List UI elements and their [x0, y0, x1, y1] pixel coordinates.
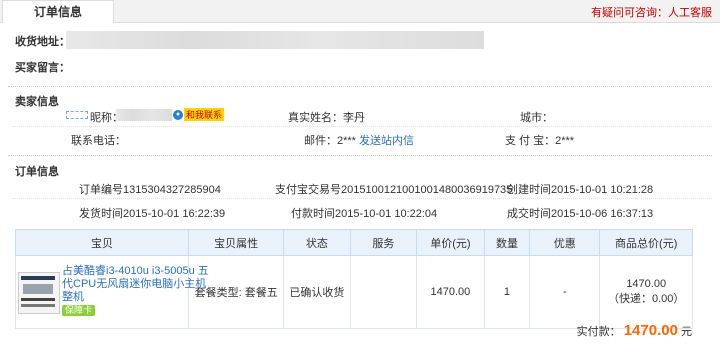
guarantee-badge[interactable]: 保障卡	[62, 305, 96, 316]
col-quantity: 数量	[483, 229, 531, 256]
payment-summary: 实付款： 1470.00 元	[577, 322, 692, 339]
paid-unit: 元	[681, 326, 692, 338]
divider	[12, 198, 712, 199]
paid-amount: 1470.00	[623, 322, 678, 339]
created-time: 创建时间2015-10-01 10:21:28	[507, 184, 654, 196]
seller-phone: 联系电话：	[71, 135, 126, 147]
tab-order-info[interactable]: 订单信息	[2, 0, 114, 23]
col-total: 商品总价(元)	[599, 229, 693, 256]
seller-alipay: 支 付 宝：2***	[505, 135, 575, 147]
col-service: 服务	[349, 229, 418, 256]
shipped-time: 发货时间2015-10-01 16:22:39	[79, 208, 226, 220]
order-section-title: 订单信息	[15, 166, 59, 178]
chat-button[interactable]: 和我联系	[184, 108, 225, 121]
email-label: 邮件：	[304, 135, 337, 147]
product-info: 占美酷睿i3-4010u i3-5005u 五代CPU无风扇迷你电脑小主机整机 …	[62, 265, 212, 317]
table-row: 占美酷睿i3-4010u i3-5005u 五代CPU无风扇迷你电脑小主机整机 …	[14, 255, 693, 329]
order-items-table: 宝贝 宝贝属性 状态 服务 单价(元) 数量 优惠 商品总价(元) 占美酷睿i3…	[14, 229, 693, 329]
item-cell: 占美酷睿i3-4010u i3-5005u 五代CPU无风扇迷你电脑小主机整机 …	[14, 255, 209, 329]
tab-bar: 订单信息 有疑问可咨询：人工客服	[0, 0, 720, 23]
col-unit-price: 单价(元)	[416, 229, 485, 256]
seller-email: 邮件：2*** 发送站内信	[304, 132, 414, 148]
send-message-link[interactable]: 发送站内信	[359, 135, 414, 147]
order-number: 订单编号1315304327285904	[79, 184, 221, 196]
seller-chat[interactable]: ● 和我联系	[173, 108, 225, 121]
item-service	[349, 255, 418, 329]
seller-realname: 真实姓名：李丹	[288, 112, 365, 124]
divider	[12, 126, 712, 127]
item-quantity: 1	[483, 255, 531, 329]
customer-service-link[interactable]: 人工客服	[668, 7, 712, 19]
buyer-message-label: 买家留言：	[15, 62, 70, 74]
col-discount: 优惠	[529, 229, 601, 256]
address-label: 收货地址：	[15, 36, 70, 48]
seller-nick-blurred	[116, 109, 172, 121]
paid-label: 实付款：	[576, 326, 621, 338]
col-attributes: 宝贝属性	[188, 229, 285, 256]
seller-city: 城市：	[520, 112, 553, 124]
product-name-link[interactable]: 占美酷睿i3-4010u i3-5005u 五代CPU无风扇迷你电脑小主机整机	[62, 265, 209, 303]
divider	[8, 86, 712, 87]
item-status: 已确认收货	[283, 255, 351, 329]
address-value-blurred	[66, 31, 484, 49]
col-item: 宝贝	[14, 229, 190, 256]
item-unit-price: 1470.00	[416, 255, 485, 329]
email-value: 2***	[337, 135, 356, 147]
wangwang-icon: ●	[173, 109, 183, 120]
seller-section-title: 卖家信息	[15, 96, 59, 108]
item-total-cell: 1470.00 （快递：0.00）	[599, 255, 693, 329]
item-total: 1470.00	[626, 278, 667, 290]
item-shipping: （快递：0.00）	[607, 293, 685, 305]
paid-time: 付款时间2015-10-01 10:22:04	[291, 208, 438, 220]
product-thumbnail[interactable]	[18, 272, 60, 314]
help-contact: 有疑问可咨询：人工客服	[591, 4, 712, 20]
seller-avatar-placeholder	[66, 111, 88, 119]
divider	[8, 155, 712, 156]
table-header-row: 宝贝 宝贝属性 状态 服务 单价(元) 数量 优惠 商品总价(元)	[14, 229, 693, 256]
completed-time: 成交时间2015-10-06 16:37:13	[507, 208, 654, 220]
item-discount: -	[529, 255, 601, 329]
help-text: 有疑问可咨询：	[591, 7, 668, 19]
alipay-trade-number: 支付宝交易号2015100121001001480036919735	[275, 184, 513, 196]
col-status: 状态	[283, 229, 351, 256]
